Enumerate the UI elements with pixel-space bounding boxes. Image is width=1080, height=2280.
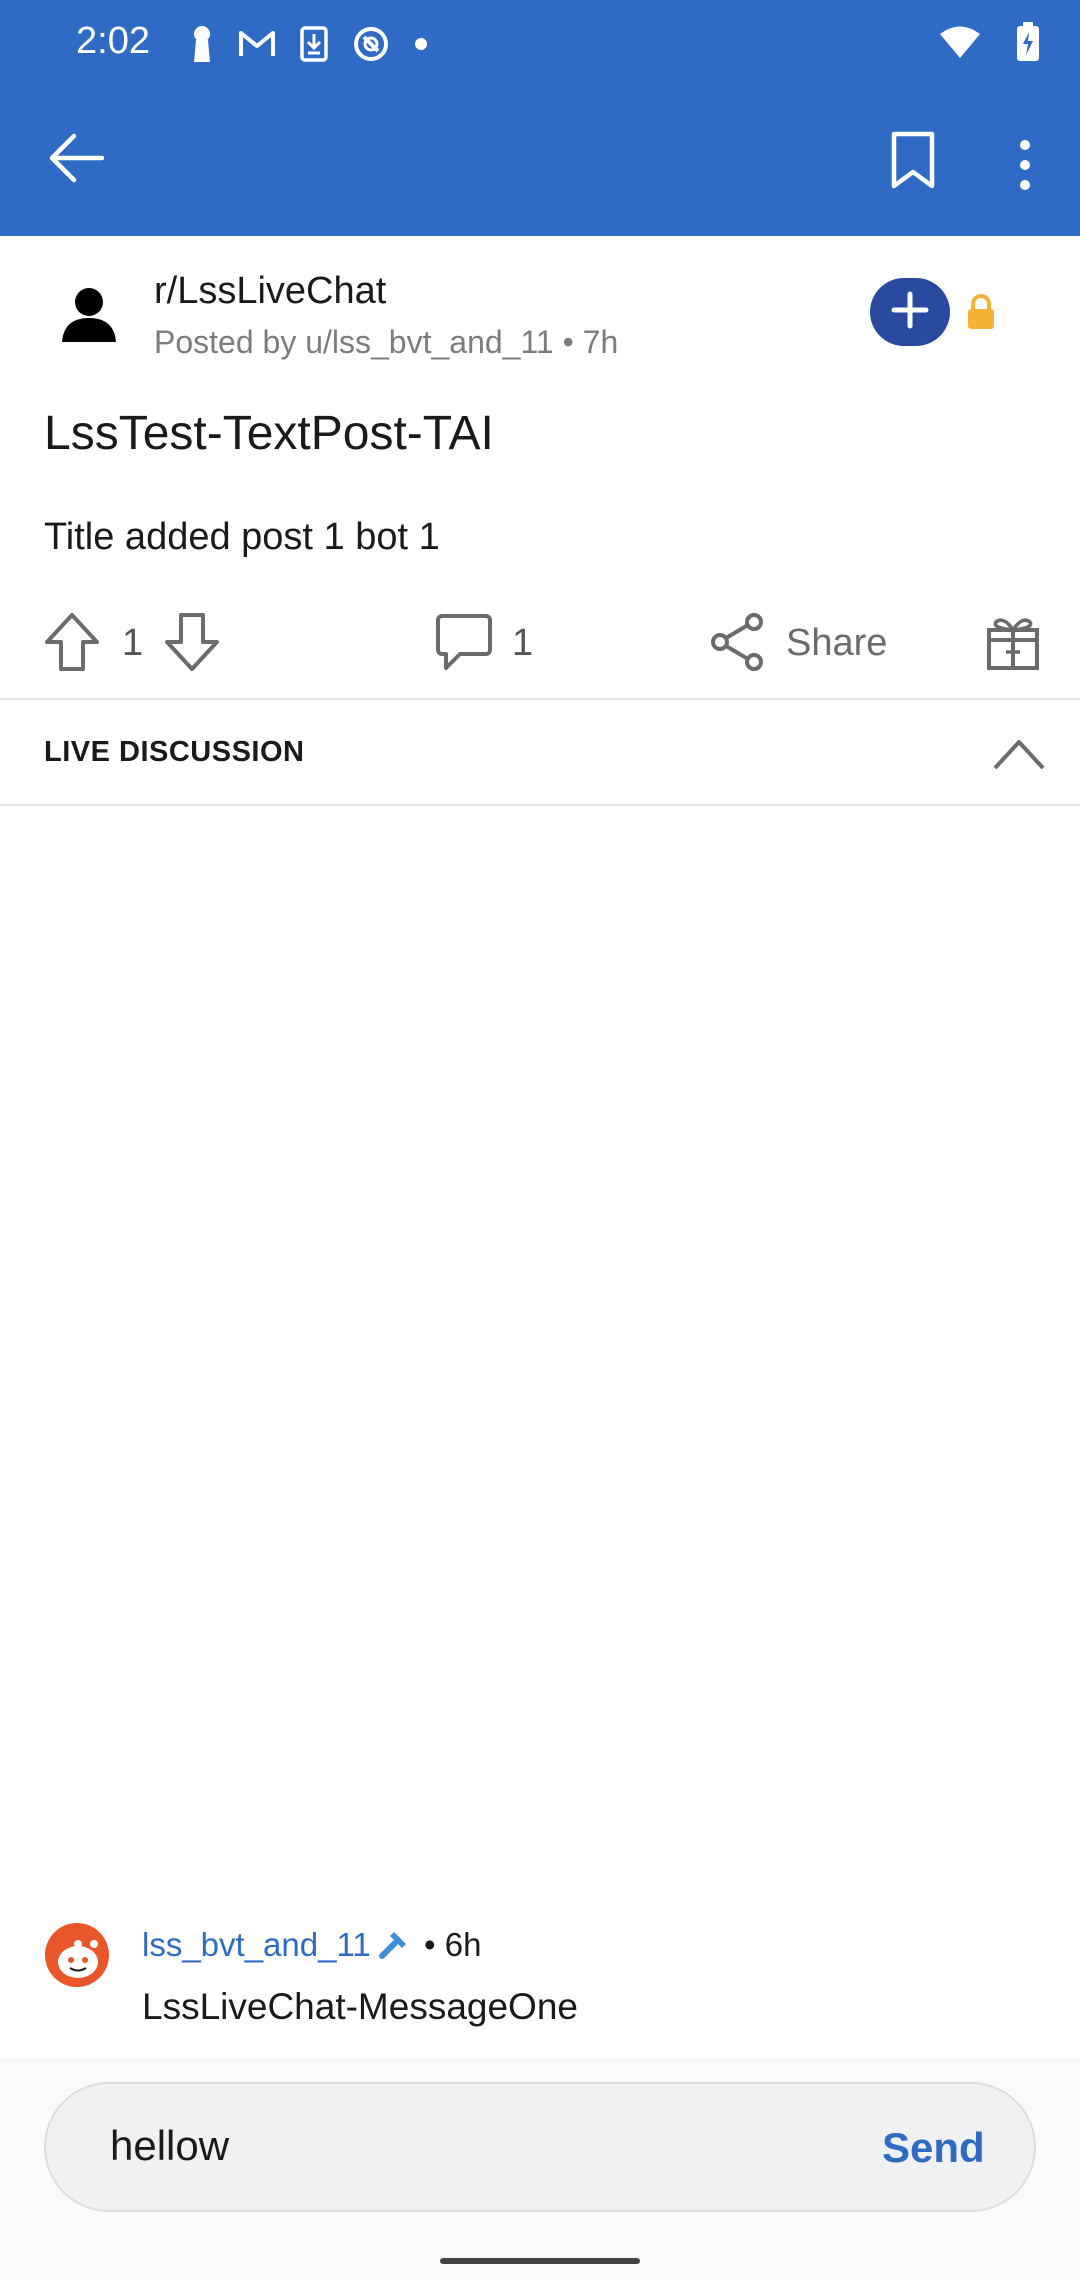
subreddit-avatar[interactable] <box>58 284 120 346</box>
subreddit-name[interactable]: r/LssLiveChat <box>154 270 386 313</box>
app-root: 2:02 r/LssLiveChat Posted by u/lss_bvt_a… <box>0 0 1080 2280</box>
send-button[interactable]: Send <box>882 2124 985 2172</box>
posted-by[interactable]: Posted by u/lss_bvt_and_11 • 7h <box>154 324 618 361</box>
lock-icon <box>966 294 996 330</box>
battery-charging-icon <box>1016 22 1040 67</box>
mod-shield-icon <box>376 1926 412 1962</box>
back-button[interactable] <box>46 130 106 190</box>
message-time: • 6h <box>424 1926 482 1963</box>
keyhole-icon <box>190 24 214 69</box>
avatar[interactable] <box>44 1922 110 1988</box>
gift-icon <box>986 618 1040 674</box>
live-discussion-title: LIVE DISCUSSION <box>44 736 305 768</box>
post-title: LssTest-TextPost-TAI <box>44 407 494 460</box>
post-body: Title added post 1 bot 1 <box>44 516 440 558</box>
arrow-up-icon <box>44 613 100 676</box>
arrow-down-icon <box>164 613 220 676</box>
message-composer: hellow Send <box>0 2058 1080 2280</box>
more-vertical-icon <box>1010 140 1040 199</box>
arrow-left-icon <box>48 132 105 189</box>
home-indicator[interactable] <box>440 2258 640 2264</box>
gmail-icon <box>238 29 276 64</box>
chevron-up-icon <box>992 740 1046 776</box>
comment-count: 1 <box>512 622 534 664</box>
vote-count: 1 <box>122 622 144 664</box>
bookmark-button[interactable] <box>888 130 938 192</box>
divider <box>0 804 1080 806</box>
share-icon <box>710 613 764 676</box>
comments-button[interactable] <box>436 612 492 672</box>
downvote-button[interactable] <box>164 612 220 672</box>
app-bar: 2:02 <box>0 0 1080 236</box>
status-icons-right <box>938 22 1040 67</box>
upvote-button[interactable] <box>44 612 100 672</box>
dot-icon <box>414 37 428 56</box>
bookmark-icon <box>888 131 938 194</box>
collapse-button[interactable] <box>992 736 1046 772</box>
status-time: 2:02 <box>76 20 150 62</box>
share-button[interactable] <box>710 612 764 672</box>
user-silhouette-icon <box>58 288 120 350</box>
message-username[interactable]: lss_bvt_and_11 <box>142 1926 371 1964</box>
plus-icon <box>890 290 930 335</box>
download-icon <box>300 26 328 67</box>
message-input-container[interactable]: hellow Send <box>44 2082 1036 2212</box>
live-discussion-header[interactable]: LIVE DISCUSSION <box>0 700 1080 806</box>
more-options-button[interactable] <box>1010 135 1040 195</box>
message-text: LssLiveChat-MessageOne <box>142 1986 578 2027</box>
share-label[interactable]: Share <box>786 622 887 665</box>
award-button[interactable] <box>986 614 1040 670</box>
wifi-icon <box>938 25 982 64</box>
chat-message: lss_bvt_and_11 • 6h LssLiveChat-MessageO… <box>0 1910 1080 2060</box>
message-input[interactable]: hellow <box>110 2122 810 2170</box>
status-icons-left <box>190 24 428 69</box>
post-header: r/LssLiveChat Posted by u/lss_bvt_and_11… <box>0 236 1080 396</box>
join-button[interactable] <box>870 278 950 346</box>
post-actions: 1 1 Share <box>0 600 1080 700</box>
vpn-icon <box>352 25 390 68</box>
comment-icon <box>436 614 492 676</box>
